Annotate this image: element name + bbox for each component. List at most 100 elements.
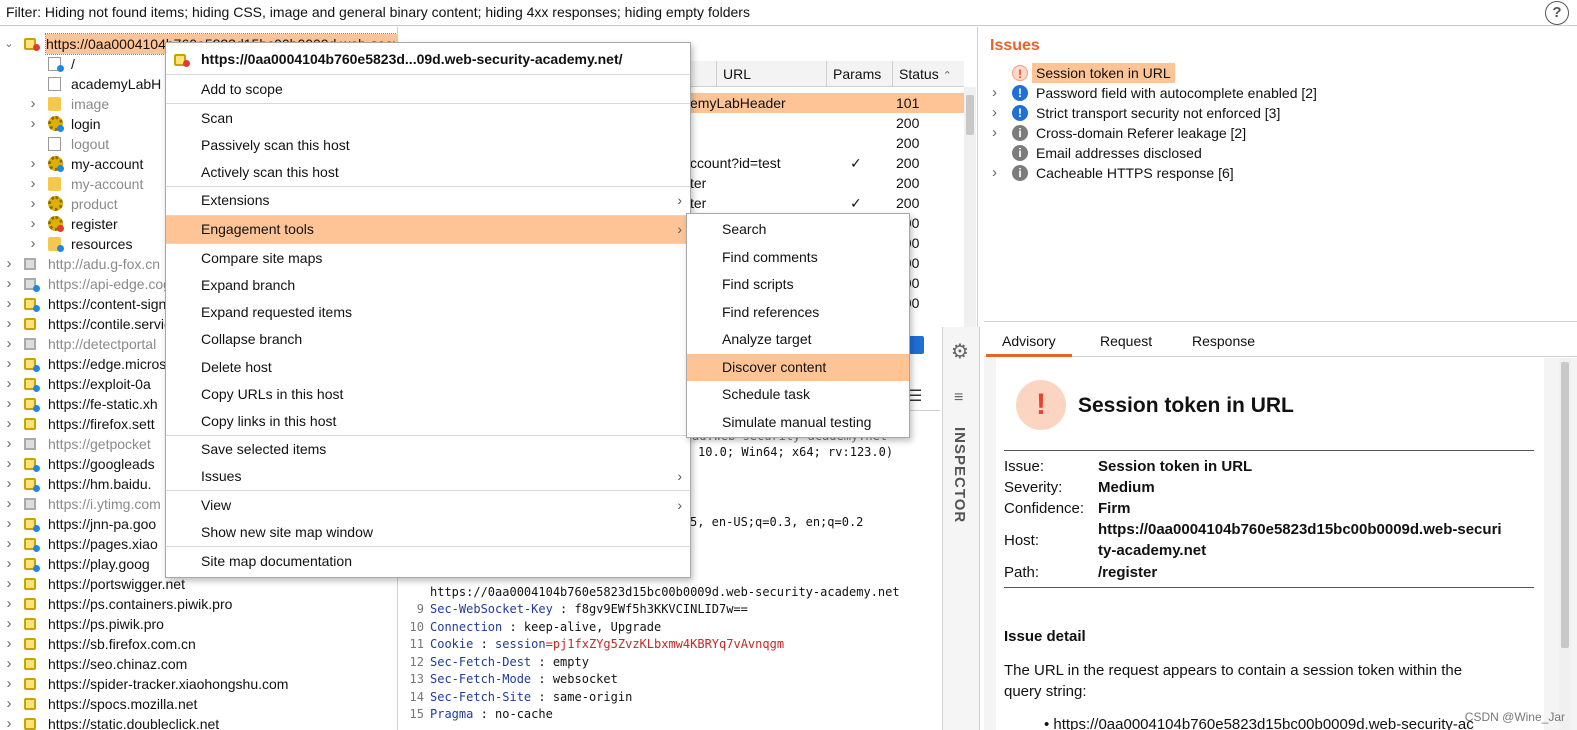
chevron-right-icon[interactable]: › xyxy=(28,234,38,254)
menu-item[interactable]: Passively scan this host xyxy=(166,132,690,159)
chevron-right-icon[interactable]: › xyxy=(4,314,14,334)
menu-lines-icon[interactable]: ☰ xyxy=(908,386,922,406)
chevron-right-icon[interactable]: › xyxy=(4,354,14,374)
menu-item[interactable]: Expand requested items xyxy=(166,299,690,326)
chevron-right-icon[interactable]: › xyxy=(992,123,997,143)
col-url[interactable]: URL xyxy=(716,61,826,87)
chevron-right-icon[interactable]: › xyxy=(4,414,14,434)
chevron-right-icon[interactable]: › xyxy=(4,614,14,634)
field-severity-value: Medium xyxy=(1098,479,1155,496)
submenu-item[interactable]: Find comments xyxy=(687,244,909,271)
inspector-sidebar[interactable]: ⚙ ≡ INSPECTOR xyxy=(942,327,980,730)
chevron-right-icon[interactable]: › xyxy=(28,154,38,174)
chevron-right-icon[interactable]: › xyxy=(4,694,14,714)
submenu-item[interactable]: Schedule task xyxy=(687,381,909,408)
chevron-right-icon[interactable]: › xyxy=(28,214,38,234)
menu-item[interactable]: Expand branch xyxy=(166,272,690,299)
help-button[interactable]: ? xyxy=(1545,1,1569,25)
filter-bar[interactable]: Filter: Hiding not found items; hiding C… xyxy=(0,0,1577,26)
tab-advisory[interactable]: Advisory xyxy=(986,327,1072,357)
menu-item[interactable]: Copy links in this host xyxy=(166,408,690,435)
menu-item[interactable]: View › xyxy=(166,492,690,519)
menu-item[interactable]: Engagement tools › xyxy=(166,216,690,243)
menu-item[interactable]: Copy URLs in this host xyxy=(166,381,690,408)
inspector-label[interactable]: INSPECTOR xyxy=(951,427,968,523)
tree-host[interactable]: › https://ps.containers.piwik.pro xyxy=(0,594,397,614)
issue-item[interactable]: i Email addresses disclosed xyxy=(984,143,1577,163)
chevron-right-icon[interactable]: › xyxy=(28,194,38,214)
tree-host[interactable]: › https://spocs.mozilla.net xyxy=(0,694,397,714)
menu-item[interactable]: Site map documentation xyxy=(166,548,690,575)
tree-host[interactable]: › https://sb.firefox.com.cn xyxy=(0,634,397,654)
chevron-right-icon[interactable]: › xyxy=(4,394,14,414)
chevron-down-icon[interactable]: ⌄ xyxy=(4,34,14,54)
chevron-right-icon[interactable]: › xyxy=(4,434,14,454)
chevron-right-icon[interactable]: › xyxy=(4,714,14,730)
submenu-item[interactable]: Simulate manual testing xyxy=(687,409,909,436)
menu-item[interactable]: Actively scan this host xyxy=(166,159,690,186)
tab-request[interactable]: Request xyxy=(1084,327,1168,357)
chevron-right-icon[interactable]: › xyxy=(4,654,14,674)
view-toggle-icon[interactable] xyxy=(908,336,924,354)
menu-item[interactable]: Extensions › xyxy=(166,187,690,214)
advisory-scrollbar[interactable] xyxy=(1559,358,1571,730)
chevron-right-icon[interactable]: › xyxy=(4,254,14,274)
submenu-item[interactable]: Discover content xyxy=(687,353,909,381)
table-scroll-thumb[interactable] xyxy=(966,95,974,135)
tree-host[interactable]: › https://seo.chinaz.com xyxy=(0,654,397,674)
chevron-right-icon[interactable]: › xyxy=(4,534,14,554)
issue-detail-text-2: query string: xyxy=(1004,683,1087,700)
menu-item[interactable]: Compare site maps xyxy=(166,245,690,272)
issue-item[interactable]: › i Cacheable HTTPS response [6] xyxy=(984,163,1577,183)
issue-item[interactable]: › i Cross-domain Referer leakage [2] xyxy=(984,123,1577,143)
chevron-right-icon[interactable]: › xyxy=(4,634,14,654)
issue-item[interactable]: ›! Password field with autocomplete enabl… xyxy=(984,83,1577,103)
chevron-right-icon[interactable]: › xyxy=(4,274,14,294)
col-status[interactable]: Status ⌃ xyxy=(892,61,964,87)
menu-item[interactable]: Add to scope xyxy=(166,76,690,103)
high-severity-icon: ! xyxy=(1016,380,1066,430)
menu-item-label: Engagement tools xyxy=(201,221,314,237)
advisory-scroll-thumb[interactable] xyxy=(1561,362,1569,648)
chevron-right-icon[interactable]: › xyxy=(28,114,38,134)
tree-host[interactable]: › https://spider-tracker.xiaohongshu.com xyxy=(0,674,397,694)
chevron-right-icon[interactable]: › xyxy=(4,494,14,514)
issue-item[interactable]: ›! Strict transport security not enforced… xyxy=(984,103,1577,123)
chevron-right-icon[interactable]: › xyxy=(4,554,14,574)
chevron-right-icon[interactable]: › xyxy=(4,674,14,694)
submenu-item[interactable]: Find references xyxy=(687,299,909,326)
chevron-right-icon[interactable]: › xyxy=(992,103,997,123)
chevron-right-icon[interactable]: › xyxy=(4,474,14,494)
tree-host-label: https://spocs.mozilla.net xyxy=(48,696,198,712)
field-path-label: Path: xyxy=(1004,564,1040,581)
tab-response[interactable]: Response xyxy=(1176,327,1271,357)
chevron-right-icon[interactable]: › xyxy=(4,454,14,474)
chevron-right-icon[interactable]: › xyxy=(4,574,14,594)
issue-item[interactable]: ! Session token in URL xyxy=(984,63,1577,83)
chevron-right-icon[interactable]: › xyxy=(4,514,14,534)
menu-item[interactable]: Scan xyxy=(166,105,690,132)
chevron-right-icon[interactable]: › xyxy=(992,83,997,103)
settings-gear-icon[interactable]: ⚙ xyxy=(951,339,969,364)
menu-item[interactable]: Collapse branch xyxy=(166,326,690,353)
menu-item[interactable]: Issues › xyxy=(166,463,690,490)
host-lock-icon xyxy=(24,636,40,652)
submenu-item[interactable]: Find scripts xyxy=(687,271,909,298)
menu-item[interactable]: Show new site map window xyxy=(166,519,690,546)
tree-host[interactable]: › https://ps.piwik.pro xyxy=(0,614,397,634)
chevron-right-icon[interactable]: › xyxy=(4,594,14,614)
chevron-right-icon[interactable]: › xyxy=(4,374,14,394)
submenu-item[interactable]: Search xyxy=(687,216,909,243)
table-scrollbar[interactable] xyxy=(964,87,976,327)
inspector-lines-icon[interactable]: ≡ xyxy=(954,389,963,407)
chevron-right-icon[interactable]: › xyxy=(28,94,38,114)
menu-item[interactable]: Save selected items xyxy=(166,436,690,463)
submenu-item[interactable]: Analyze target xyxy=(687,326,909,353)
col-params[interactable]: Params xyxy=(826,61,892,87)
menu-item[interactable]: Delete host xyxy=(166,354,690,381)
chevron-right-icon[interactable]: › xyxy=(4,294,14,314)
chevron-right-icon[interactable]: › xyxy=(992,163,997,183)
chevron-right-icon[interactable]: › xyxy=(4,334,14,354)
tree-host[interactable]: › https://static.doubleclick.net xyxy=(0,714,397,730)
chevron-right-icon[interactable]: › xyxy=(28,174,38,194)
